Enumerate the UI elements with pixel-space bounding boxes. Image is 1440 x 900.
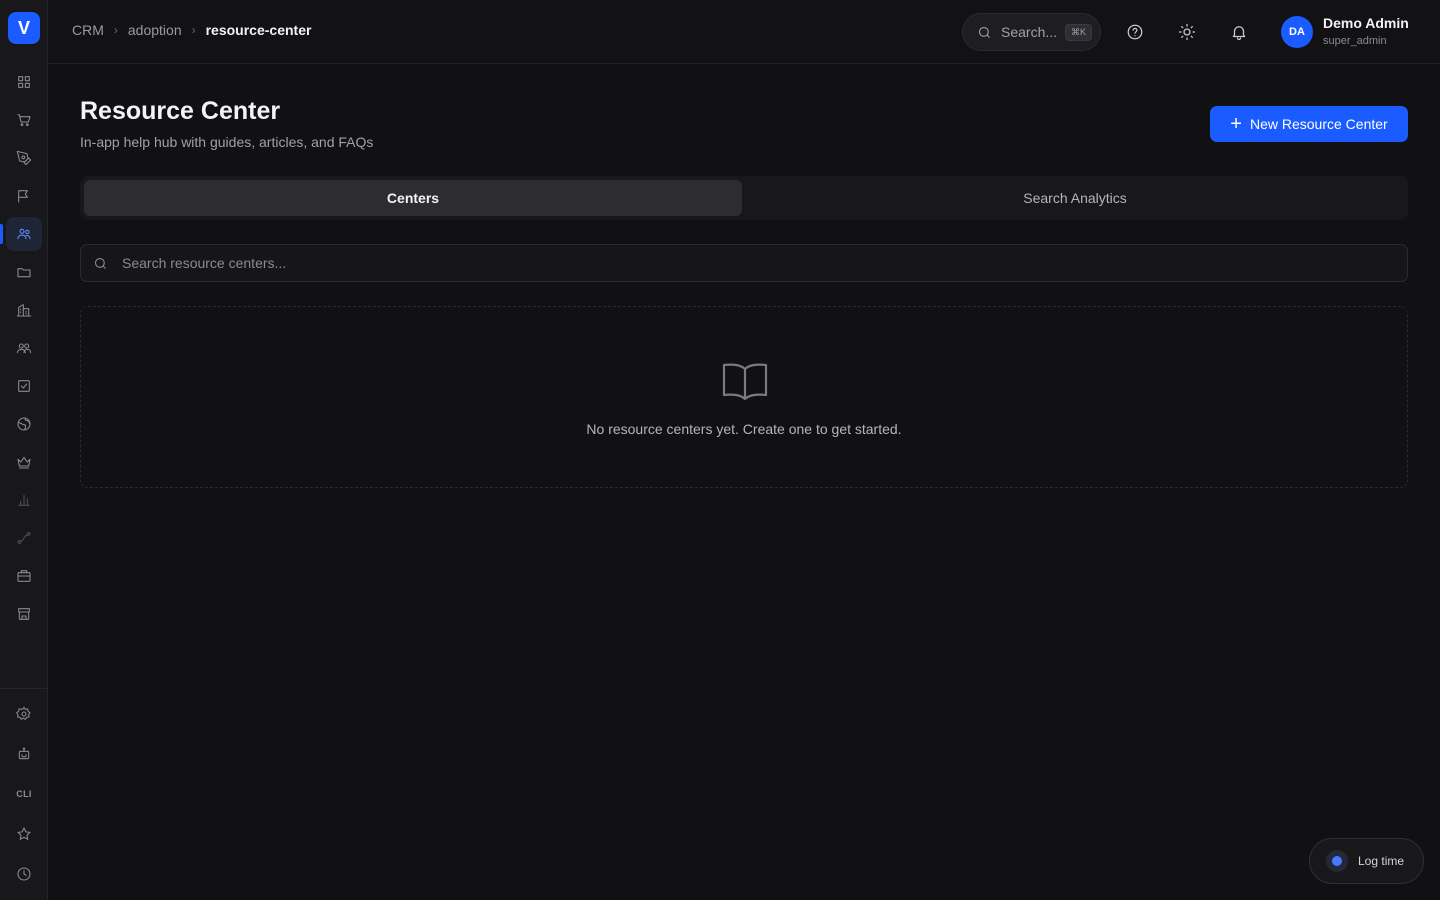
search-icon xyxy=(978,26,990,38)
chevron-right-icon: › xyxy=(191,23,196,37)
timer-icon xyxy=(1326,850,1348,872)
contacts-icon[interactable] xyxy=(6,331,42,365)
star-icon[interactable] xyxy=(6,817,42,851)
check-square-icon[interactable] xyxy=(6,369,42,403)
breadcrumb-item-adoption[interactable]: adoption xyxy=(128,22,182,38)
pen-tool-icon[interactable] xyxy=(6,141,42,175)
grid-icon[interactable] xyxy=(6,65,42,99)
empty-state: No resource centers yet. Create one to g… xyxy=(80,306,1408,488)
crown-icon[interactable] xyxy=(6,445,42,479)
breadcrumb-item-crm[interactable]: CRM xyxy=(72,22,104,38)
page-title: Resource Center xyxy=(80,97,281,125)
topbar: CRM › adoption › resource-center Search.… xyxy=(48,0,1440,64)
robot-icon[interactable] xyxy=(6,737,42,771)
route-icon[interactable] xyxy=(6,521,42,555)
new-resource-center-button[interactable]: + New Resource Center xyxy=(1210,106,1408,142)
search-input[interactable] xyxy=(122,255,1322,271)
bar-chart-icon[interactable] xyxy=(6,483,42,517)
bell-icon[interactable] xyxy=(1227,20,1251,44)
global-search-button[interactable]: Search... ⌘K xyxy=(962,13,1101,51)
sidebar-divider xyxy=(0,688,47,689)
book-open-icon xyxy=(721,361,769,403)
user-name[interactable]: Demo Admin xyxy=(1323,15,1409,31)
tab-search-analytics[interactable]: Search Analytics xyxy=(746,180,1404,216)
plus-icon: + xyxy=(1230,113,1242,135)
folder-icon[interactable] xyxy=(6,255,42,289)
clock-icon[interactable] xyxy=(6,857,42,891)
help-icon[interactable] xyxy=(1123,20,1147,44)
empty-state-message: No resource centers yet. Create one to g… xyxy=(586,421,902,437)
tab-centers[interactable]: Centers xyxy=(84,180,742,216)
breadcrumb: CRM › adoption › resource-center xyxy=(72,22,311,38)
global-search-label: Search... xyxy=(1001,24,1058,40)
users-group-icon[interactable] xyxy=(6,217,42,251)
building-icon[interactable] xyxy=(6,293,42,327)
store-icon[interactable] xyxy=(6,597,42,631)
briefcase-icon[interactable] xyxy=(6,559,42,593)
log-time-label: Log time xyxy=(1358,854,1405,868)
globe-icon[interactable] xyxy=(6,407,42,441)
tab-bar: Centers Search Analytics xyxy=(80,176,1408,220)
log-time-button[interactable]: Log time xyxy=(1309,838,1424,884)
flag-icon[interactable] xyxy=(6,179,42,213)
search-icon xyxy=(94,257,106,269)
cart-icon[interactable] xyxy=(6,103,42,137)
chevron-right-icon: › xyxy=(113,23,118,37)
search-shortcut-badge: ⌘K xyxy=(1065,23,1093,41)
cli-icon[interactable]: CLI xyxy=(6,777,42,811)
new-resource-center-label: New Resource Center xyxy=(1249,116,1388,132)
active-indicator xyxy=(0,224,3,244)
resource-center-search xyxy=(80,244,1408,282)
sun-icon[interactable] xyxy=(1175,20,1199,44)
app-logo[interactable]: V xyxy=(8,12,40,44)
avatar[interactable]: DA xyxy=(1281,16,1313,48)
page-subtitle: In-app help hub with guides, articles, a… xyxy=(80,134,374,150)
breadcrumb-current: resource-center xyxy=(205,22,312,38)
settings-icon[interactable] xyxy=(6,697,42,731)
sidebar: V CLI xyxy=(0,0,48,900)
user-role: super_admin xyxy=(1323,35,1387,47)
cli-label: CLI xyxy=(16,789,32,799)
